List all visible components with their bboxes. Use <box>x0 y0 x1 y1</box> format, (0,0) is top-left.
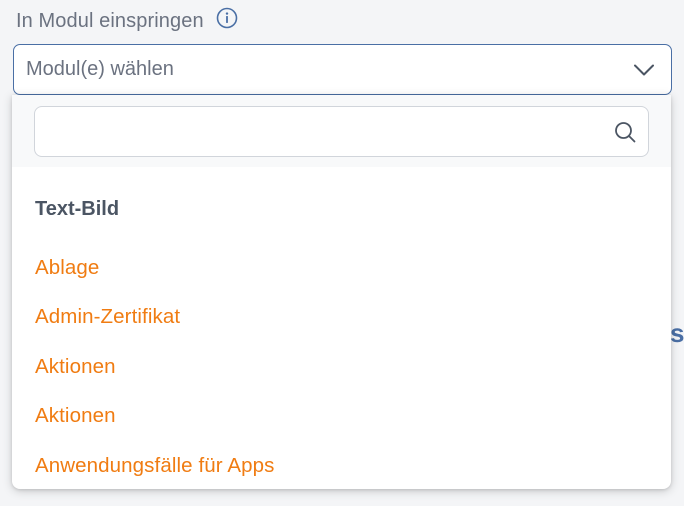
option-item[interactable]: Aktionen <box>12 392 671 442</box>
option-item[interactable]: Aktionen <box>12 342 671 392</box>
chevron-down-icon[interactable] <box>631 57 657 83</box>
option-list: Ablage Admin-Zertifikat Aktionen Aktione… <box>12 243 671 489</box>
field-label-row: In Modul einspringen <box>16 6 238 36</box>
dropdown-search-area <box>12 95 671 167</box>
module-select[interactable]: Modul(e) wählen <box>13 44 672 95</box>
search-box[interactable] <box>34 106 649 157</box>
search-icon <box>612 119 638 145</box>
option-item[interactable]: Anwendungsfälle für Apps <box>12 441 671 489</box>
module-dropdown: Text-Bild Ablage Admin-Zertifikat Aktion… <box>12 95 671 489</box>
background-text: sc <box>670 318 684 348</box>
option-group-header: Text-Bild <box>35 198 120 220</box>
field-label: In Modul einspringen <box>16 9 204 32</box>
info-icon[interactable] <box>216 7 238 29</box>
search-input[interactable] <box>49 120 612 143</box>
option-item[interactable]: Ablage <box>12 243 671 293</box>
select-placeholder: Modul(e) wählen <box>26 58 174 80</box>
option-item[interactable]: Admin-Zertifikat <box>12 293 671 343</box>
